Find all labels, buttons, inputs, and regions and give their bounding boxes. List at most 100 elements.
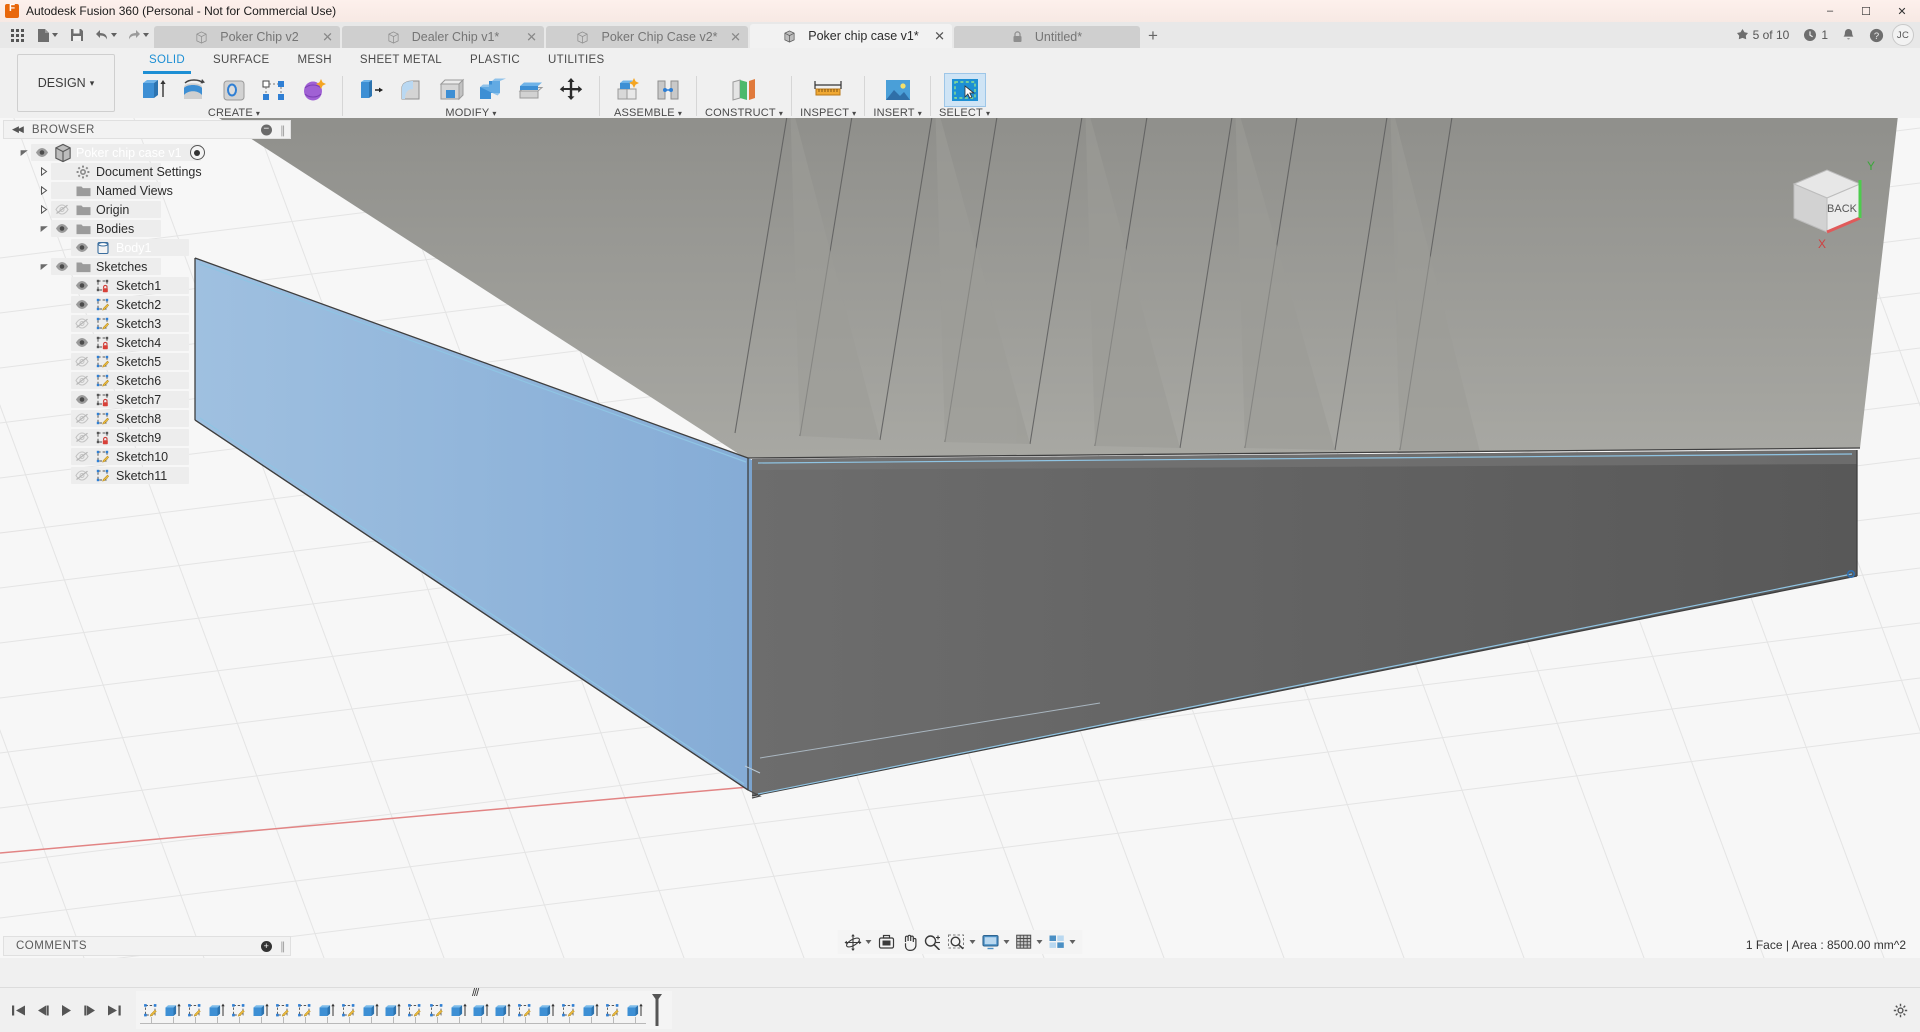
chevron-down-icon[interactable] (37, 225, 51, 233)
close-button[interactable]: ✕ (1884, 0, 1920, 22)
orbit-caret-icon[interactable] (866, 940, 872, 944)
ribbon-tab-surface[interactable]: SURFACE (199, 49, 283, 71)
pattern-icon[interactable] (254, 74, 294, 106)
browser-item-sketch11[interactable]: Sketch11 (3, 466, 303, 485)
combine-icon[interactable] (471, 74, 511, 106)
new-tab-button[interactable]: + (1142, 24, 1164, 48)
browser-item-sketch5[interactable]: Sketch5 (3, 352, 303, 371)
document-tab-1[interactable]: Poker Chip v2✕ (154, 26, 340, 48)
browser-item-sketch8[interactable]: Sketch8 (3, 409, 303, 428)
redo-icon[interactable] (122, 23, 154, 47)
eye-visible-icon[interactable] (31, 147, 53, 158)
document-tab-4[interactable]: Poker chip case v1*✕ (750, 24, 952, 48)
zoom-icon[interactable] (921, 931, 945, 953)
go-to-end-icon[interactable] (102, 996, 126, 1024)
browser-item-sketch1[interactable]: Sketch1 (3, 276, 303, 295)
sweep-icon[interactable] (214, 74, 254, 106)
eye-hidden-icon[interactable] (71, 356, 93, 367)
3d-viewport[interactable]: BACK X Y ◀◀ BROWSER − ∥ Poker chip case … (0, 118, 1920, 958)
browser-item-sketch2[interactable]: Sketch2 (3, 295, 303, 314)
ribbon-tab-utilities[interactable]: UTILITIES (534, 49, 618, 71)
eye-visible-icon[interactable] (71, 394, 93, 405)
fillet-icon[interactable] (391, 74, 431, 106)
close-tab-icon[interactable]: ✕ (934, 30, 945, 43)
timeline-track[interactable]: /// (136, 991, 672, 1029)
browser-item-origin[interactable]: Origin (3, 200, 303, 219)
ribbon-tab-solid[interactable]: SOLID (135, 49, 199, 71)
eye-visible-icon[interactable] (71, 242, 93, 253)
browser-item-poker-chip-case-v1[interactable]: Poker chip case v1 (3, 143, 303, 162)
grid-snaps-icon[interactable] (1013, 931, 1046, 953)
chevron-right-icon[interactable] (37, 167, 51, 176)
comments-panel[interactable]: COMMENTS + ∥ (3, 936, 291, 956)
eye-hidden-icon[interactable] (71, 413, 93, 424)
ribbon-tab-plastic[interactable]: PLASTIC (456, 49, 534, 71)
new-file-icon[interactable] (30, 23, 64, 47)
help-icon[interactable]: ? (1863, 23, 1890, 47)
browser-item-named-views[interactable]: Named Views (3, 181, 303, 200)
eye-visible-icon[interactable] (71, 280, 93, 291)
jobs-status-indicator[interactable]: 1 (1797, 23, 1834, 47)
browser-item-sketch6[interactable]: Sketch6 (3, 371, 303, 390)
close-tab-icon[interactable]: ✕ (322, 31, 333, 44)
undo-icon[interactable] (90, 23, 122, 47)
eye-visible-icon[interactable] (51, 223, 73, 234)
step-back-icon[interactable] (30, 996, 54, 1024)
press-pull-icon[interactable] (351, 74, 391, 106)
undo-caret-icon[interactable] (111, 33, 117, 37)
bell-icon[interactable] (1836, 23, 1861, 47)
timeline-end-marker-icon[interactable] (646, 993, 668, 1027)
chevron-down-icon[interactable] (37, 263, 51, 271)
chevron-down-icon[interactable] (17, 149, 31, 157)
grid-snaps-caret-icon[interactable] (1037, 940, 1043, 944)
apps-grid-icon[interactable] (4, 23, 30, 47)
zoom-window-caret-icon[interactable] (970, 940, 976, 944)
eye-hidden-icon[interactable] (71, 318, 93, 329)
move-copy-icon[interactable] (551, 74, 591, 106)
shell-icon[interactable] (431, 74, 471, 106)
select-window-icon[interactable] (944, 73, 986, 107)
viewports-icon[interactable] (1046, 931, 1079, 953)
browser-item-sketch10[interactable]: Sketch10 (3, 447, 303, 466)
document-tab-2[interactable]: Dealer Chip v1*✕ (342, 26, 544, 48)
joint-icon[interactable] (648, 74, 688, 106)
activate-component-radio[interactable] (190, 145, 205, 160)
insert-image-icon[interactable] (878, 74, 918, 106)
chevron-right-icon[interactable] (37, 205, 51, 214)
avatar[interactable]: JC (1892, 24, 1914, 46)
ribbon-tab-sheet-metal[interactable]: SHEET METAL (346, 49, 456, 71)
browser-item-sketch3[interactable]: Sketch3 (3, 314, 303, 333)
play-icon[interactable] (54, 996, 78, 1024)
collapse-left-icon[interactable]: ◀◀ (12, 124, 22, 135)
look-at-icon[interactable] (875, 931, 899, 953)
timeline-settings-icon[interactable] (1890, 1000, 1910, 1020)
add-comment-icon[interactable]: + (261, 941, 272, 952)
document-tab-5[interactable]: Untitled* (954, 26, 1140, 48)
browser-item-sketches[interactable]: Sketches (3, 257, 303, 276)
eye-hidden-icon[interactable] (51, 204, 73, 215)
panel-menu-icon[interactable]: − (261, 124, 272, 135)
extensions-indicator[interactable]: 5 of 10 (1730, 23, 1796, 47)
pan-icon[interactable] (899, 931, 921, 953)
revolve-icon[interactable] (174, 74, 214, 106)
eye-hidden-icon[interactable] (71, 470, 93, 481)
offset-plane-icon[interactable] (724, 74, 764, 106)
measure-icon[interactable] (808, 74, 848, 106)
comments-resize-grip[interactable]: ∥ (280, 940, 286, 953)
eye-hidden-icon[interactable] (71, 375, 93, 386)
eye-hidden-icon[interactable] (71, 432, 93, 443)
panel-resize-grip[interactable]: ∥ (280, 124, 286, 137)
viewcube[interactable]: BACK X Y (1772, 146, 1882, 256)
workspace-switcher-button[interactable]: DESIGN ▾ (17, 54, 115, 112)
new-component-icon[interactable] (608, 74, 648, 106)
eye-visible-icon[interactable] (71, 337, 93, 348)
go-to-beginning-icon[interactable] (6, 996, 30, 1024)
maximize-button[interactable]: ☐ (1848, 0, 1884, 22)
close-tab-icon[interactable]: ✕ (730, 31, 741, 44)
display-settings-icon[interactable] (979, 931, 1013, 953)
offset-face-icon[interactable] (511, 74, 551, 106)
display-settings-caret-icon[interactable] (1004, 940, 1010, 944)
browser-item-sketch4[interactable]: Sketch4 (3, 333, 303, 352)
orbit-icon[interactable] (842, 931, 875, 953)
redo-caret-icon[interactable] (143, 33, 149, 37)
